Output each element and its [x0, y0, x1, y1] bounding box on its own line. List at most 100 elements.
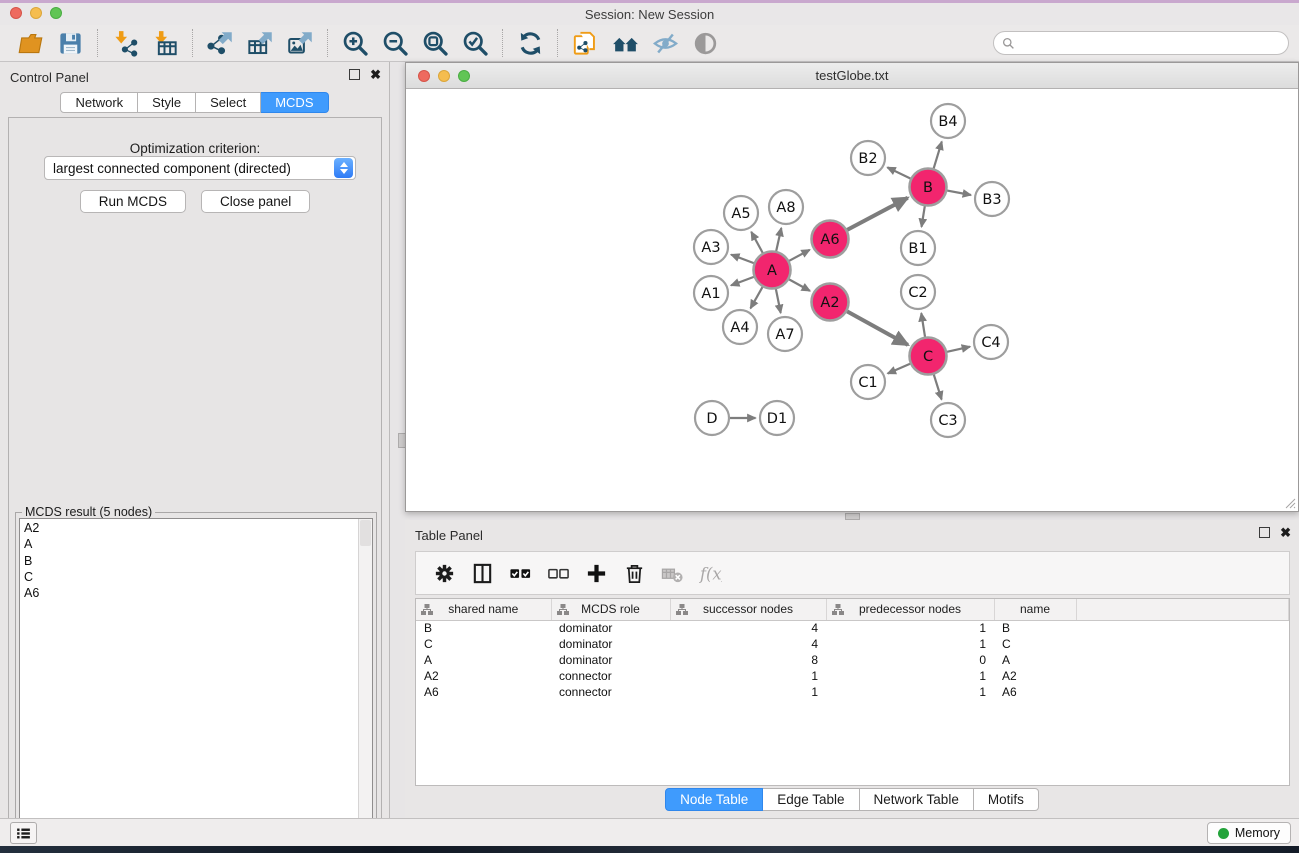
- export-image-button[interactable]: [280, 27, 320, 59]
- column-header-name[interactable]: name: [994, 599, 1076, 620]
- zoom-in-button[interactable]: [335, 27, 375, 59]
- graph-node-B3[interactable]: B3: [975, 182, 1009, 216]
- table-row[interactable]: Cdominator41C: [416, 636, 1289, 652]
- edge-A-A1[interactable]: [731, 277, 754, 286]
- refresh-button[interactable]: [510, 27, 550, 59]
- houses-button[interactable]: [605, 27, 645, 59]
- edge-C-C2[interactable]: [921, 313, 925, 337]
- graph-node-C[interactable]: C: [910, 338, 947, 375]
- close-window-button[interactable]: [10, 7, 22, 19]
- graph-node-C2[interactable]: C2: [901, 275, 935, 309]
- eye-slash-button[interactable]: [645, 27, 685, 59]
- window-resize-grip[interactable]: [1282, 495, 1296, 509]
- zoom-window-button[interactable]: [50, 7, 62, 19]
- table-row[interactable]: Bdominator41B: [416, 620, 1289, 636]
- zoom-network-window-button[interactable]: [458, 70, 470, 82]
- close-panel-icon[interactable]: ✖: [370, 69, 381, 80]
- graph-node-B1[interactable]: B1: [901, 231, 935, 265]
- edge-A-A7[interactable]: [776, 289, 781, 313]
- edge-A-A5[interactable]: [751, 232, 762, 253]
- run-mcds-button[interactable]: Run MCDS: [80, 190, 186, 213]
- tab-node-table[interactable]: Node Table: [665, 788, 763, 811]
- import-network-button[interactable]: [105, 27, 145, 59]
- tab-network[interactable]: Network: [60, 92, 138, 113]
- table-row[interactable]: A2connector11A2: [416, 668, 1289, 684]
- select-all-button[interactable]: [504, 556, 537, 590]
- graph-node-B4[interactable]: B4: [931, 104, 965, 138]
- tab-motifs[interactable]: Motifs: [974, 788, 1039, 811]
- edge-A6-B[interactable]: [847, 198, 908, 230]
- edge-C-C1[interactable]: [888, 364, 910, 374]
- tab-edge-table[interactable]: Edge Table: [763, 788, 859, 811]
- result-node-item[interactable]: A2: [24, 520, 358, 536]
- zoom-fit-button[interactable]: [415, 27, 455, 59]
- edge-A-A3[interactable]: [731, 255, 754, 264]
- column-header-successor-nodes[interactable]: successor nodes: [670, 599, 826, 620]
- horizontal-splitter-handle[interactable]: [845, 513, 860, 520]
- trash-button[interactable]: [618, 556, 651, 590]
- table-row[interactable]: A6connector11A6: [416, 684, 1289, 700]
- result-node-item[interactable]: B: [24, 553, 358, 569]
- graph-node-C3[interactable]: C3: [931, 403, 965, 437]
- result-scrollbar[interactable]: [358, 519, 372, 848]
- close-table-panel-icon[interactable]: ✖: [1280, 527, 1291, 538]
- columns-button[interactable]: [466, 556, 499, 590]
- float-table-panel-icon[interactable]: [1259, 527, 1270, 538]
- edge-C-C3[interactable]: [934, 375, 942, 400]
- add-button[interactable]: [580, 556, 613, 590]
- column-header-MCDS-role[interactable]: MCDS role: [551, 599, 670, 620]
- graph-node-C1[interactable]: C1: [851, 365, 885, 399]
- tab-mcds[interactable]: MCDS: [261, 92, 328, 113]
- graph-node-A6[interactable]: A6: [812, 221, 849, 258]
- table-row[interactable]: Adominator80A: [416, 652, 1289, 668]
- minimize-window-button[interactable]: [30, 7, 42, 19]
- tab-network-table[interactable]: Network Table: [860, 788, 974, 811]
- result-node-item[interactable]: C: [24, 569, 358, 585]
- edge-A2-C[interactable]: [847, 311, 908, 345]
- save-session-button[interactable]: [50, 27, 90, 59]
- graph-node-D1[interactable]: D1: [760, 401, 794, 435]
- open-file-button[interactable]: [10, 27, 50, 59]
- tab-style[interactable]: Style: [138, 92, 196, 113]
- graph-node-A4[interactable]: A4: [723, 310, 757, 344]
- export-network-button[interactable]: [200, 27, 240, 59]
- memory-button[interactable]: Memory: [1207, 822, 1291, 844]
- graph-node-A2[interactable]: A2: [812, 284, 849, 321]
- close-panel-button[interactable]: Close panel: [201, 190, 310, 213]
- import-table-button[interactable]: [145, 27, 185, 59]
- mcds-result-list[interactable]: A2ABCA6: [19, 518, 373, 849]
- edge-B-B1[interactable]: [922, 206, 925, 227]
- graph-node-A[interactable]: A: [754, 252, 791, 289]
- graph-node-A5[interactable]: A5: [724, 196, 758, 230]
- column-header-shared-name[interactable]: shared name: [416, 599, 551, 620]
- result-node-item[interactable]: A6: [24, 585, 358, 601]
- zoom-selected-button[interactable]: [455, 27, 495, 59]
- graph-node-D[interactable]: D: [695, 401, 729, 435]
- zoom-out-button[interactable]: [375, 27, 415, 59]
- close-network-window-button[interactable]: [418, 70, 430, 82]
- edge-B-B3[interactable]: [947, 191, 971, 195]
- search-input[interactable]: [1015, 33, 1288, 53]
- graph-node-A8[interactable]: A8: [769, 190, 803, 224]
- export-table-button[interactable]: [240, 27, 280, 59]
- edge-A-A6[interactable]: [789, 250, 810, 261]
- edge-A-A4[interactable]: [751, 287, 763, 308]
- eye-button[interactable]: [685, 27, 725, 59]
- tab-select[interactable]: Select: [196, 92, 261, 113]
- result-node-item[interactable]: A: [24, 536, 358, 552]
- optimization-criterion-dropdown[interactable]: largest connected component (directed): [44, 156, 356, 180]
- network-window-titlebar[interactable]: testGlobe.txt: [406, 63, 1298, 89]
- float-panel-icon[interactable]: [349, 69, 360, 80]
- column-header-predecessor-nodes[interactable]: predecessor nodes: [826, 599, 994, 620]
- edge-A-A2[interactable]: [789, 279, 810, 291]
- graph-node-A7[interactable]: A7: [768, 317, 802, 351]
- task-history-button[interactable]: [10, 822, 37, 844]
- deselect-all-button[interactable]: [542, 556, 575, 590]
- copy-network-button[interactable]: [565, 27, 605, 59]
- graph-node-C4[interactable]: C4: [974, 325, 1008, 359]
- search-box[interactable]: [993, 31, 1289, 55]
- graph-node-B2[interactable]: B2: [851, 141, 885, 175]
- gear-button[interactable]: [428, 556, 461, 590]
- edge-B-B2[interactable]: [887, 167, 910, 178]
- edge-B-B4[interactable]: [934, 142, 942, 169]
